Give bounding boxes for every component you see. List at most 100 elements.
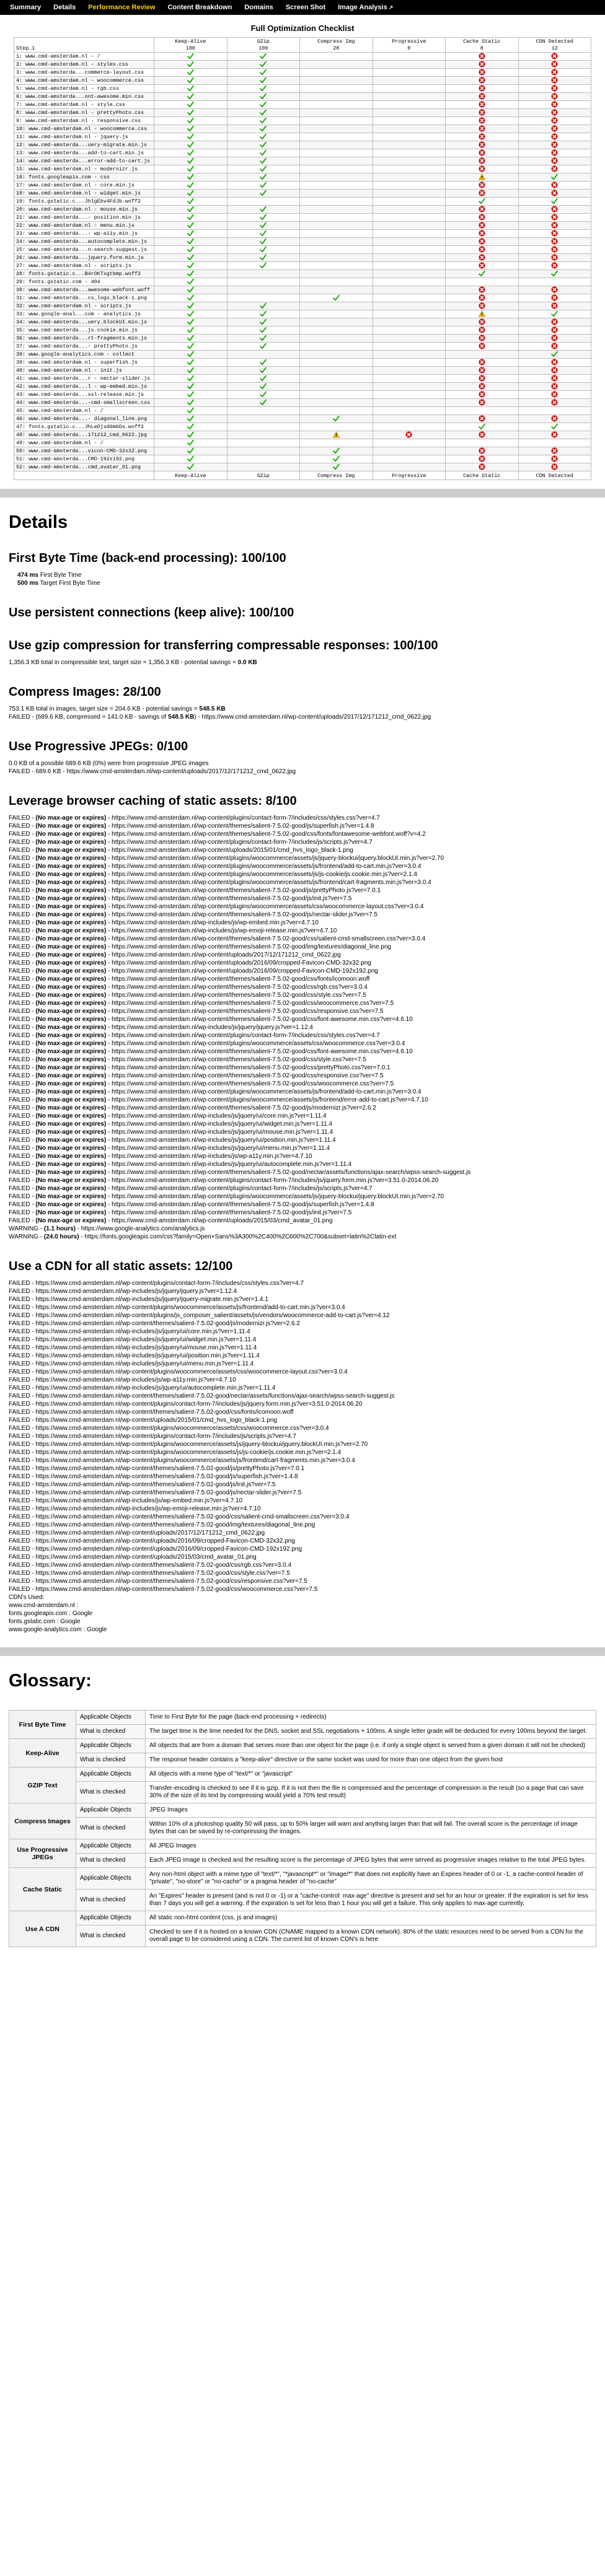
status-cell [445, 149, 519, 157]
nav-tab-image-analysis[interactable]: Image Analysis ↗ [332, 4, 399, 11]
what-is-checked-label: What is checked [76, 1925, 146, 1947]
status-cell [445, 455, 519, 463]
pass-check-icon [332, 455, 340, 463]
request-url: 23: www.cmd-amsterda...- wp-a11y.min.js [14, 229, 154, 238]
glossary-row: What is checked The response header conta… [9, 1753, 596, 1768]
status-cell [226, 447, 300, 455]
glossary-row: Use A CDN Applicable Objects All static no… [9, 1911, 596, 1947]
emphasis: (No max-age or expires) [35, 1177, 107, 1184]
status-cell [154, 342, 227, 351]
detail-line: FAILED - (No max-age or expires) - https… [9, 1217, 596, 1225]
detail-title: Use gzip compression for transferring co… [9, 639, 438, 652]
status-cell [372, 326, 446, 335]
pass-check-icon [260, 165, 267, 173]
status-cell [372, 60, 446, 69]
top-nav: Summary Details Performance Review Content … [0, 0, 605, 15]
table-row: 28: fonts.gstatic.c...B4rOKTxgtbmp.woff2 [14, 269, 591, 278]
status-cell [299, 141, 373, 149]
pass-check-icon [332, 463, 340, 471]
request-name: www.cmd-amsterdam.nl - init.js [29, 367, 122, 374]
text: FAILED - https://www.cmd-amsterdam.nl/wp… [9, 1409, 294, 1416]
pass-check-icon [187, 431, 194, 439]
text: - https://www.cmd-amsterdam.nl/wp-includ… [106, 919, 319, 926]
status-cell [226, 253, 300, 262]
nav-tab-screen-shot[interactable]: Screen Shot [280, 4, 332, 11]
text: - https://www.cmd-amsterdam.nl/wp-conten… [106, 1008, 384, 1015]
pass-check-icon [260, 230, 267, 237]
text: - https://www.cmd-amsterdam.nl/wp-conten… [106, 1185, 373, 1192]
detail-line: 753.1 KB total in images, target size = … [9, 705, 596, 713]
status-cell [154, 221, 227, 230]
pass-check-icon [187, 326, 194, 334]
what-is-checked-label: What is checked [76, 1853, 146, 1868]
warning-icon [478, 173, 485, 181]
pass-check-icon [260, 133, 267, 141]
status-cell [299, 382, 373, 391]
pass-check-icon [187, 238, 194, 245]
emphasis: (No max-age or expires) [35, 984, 107, 991]
detail-line: WARNING - (24.0 hours) - https://fonts.g… [9, 1233, 596, 1241]
status-cell [445, 294, 519, 302]
text: FAILED - https://www.cmd-amsterdam.nl/wp… [9, 1369, 348, 1375]
status-cell [445, 310, 519, 318]
detail-line: FAILED - (No max-age or expires) - https… [9, 1193, 596, 1201]
status-cell [372, 406, 446, 415]
fail-x-icon [551, 455, 558, 463]
text: - https://fonts.googleapis.com/css?famil… [79, 1233, 397, 1240]
request-name: www.cmd-amsterdam.nl - rgb.css [25, 85, 119, 92]
pass-check-icon [187, 463, 194, 471]
status-cell [154, 52, 227, 61]
detail-line: FAILED - (No max-age or expires) - https… [9, 927, 596, 935]
detail-line: FAILED - (No max-age or expires) - https… [9, 870, 596, 878]
status-cell [372, 92, 446, 101]
table-row: 8: www.cmd-amsterdam.nl - prettyPhoto.cs… [14, 108, 591, 117]
nav-tab-content-breakdown[interactable]: Content Breakdown [161, 4, 238, 11]
nav-tab-domains[interactable]: Domains [238, 4, 279, 11]
text: FAILED - [9, 911, 36, 918]
emphasis: (No max-age or expires) [35, 1161, 107, 1168]
status-cell [299, 366, 373, 375]
emphasis: (No max-age or expires) [35, 976, 107, 983]
status-cell [372, 398, 446, 407]
detail-line: FAILED - https://www.cmd-amsterdam.nl/wp… [9, 1465, 596, 1473]
detail-line: FAILED - (No max-age or expires) - https… [9, 1112, 596, 1120]
request-name: www.cmd-amsterda...n-search-suggest.js [29, 246, 148, 253]
status-cell [226, 318, 300, 326]
text: FAILED - https://www.cmd-amsterdam.nl/wp… [9, 1562, 292, 1569]
pass-check-icon [332, 415, 340, 423]
status-cell [226, 334, 300, 343]
pass-check-icon [187, 399, 194, 406]
pass-check-icon [260, 326, 267, 334]
detail-line: FAILED - (No max-age or expires) - https… [9, 862, 596, 870]
nav-tab-details[interactable]: Details [47, 4, 82, 11]
request-name: fonts.googleapis.com - css [29, 173, 110, 180]
warning-icon [332, 431, 340, 439]
text: FAILED - [9, 1024, 36, 1031]
detail-line: FAILED - (No max-age or expires) - https… [9, 959, 596, 967]
status-cell [226, 342, 300, 351]
status-cell [518, 358, 591, 367]
text: FAILED - https://www.cmd-amsterdam.nl/wp… [9, 1586, 318, 1593]
nav-tab-label: Domains [244, 4, 273, 11]
fail-x-icon [551, 238, 558, 245]
status-cell [518, 125, 591, 133]
status-cell [299, 350, 373, 359]
pass-check-icon [260, 399, 267, 406]
detail-line: FAILED - https://www.cmd-amsterdam.nl/wp… [9, 1368, 596, 1376]
what-is-checked-label: What is checked [76, 1724, 146, 1739]
status-cell [154, 76, 227, 85]
fail-x-icon [479, 125, 485, 133]
status-cell [518, 253, 591, 262]
text: - https://www.cmd-amsterdam.nl/wp-conten… [106, 968, 378, 975]
emphasis: (No max-age or expires) [35, 968, 107, 975]
glossary-term-use-a-cdn: Use A CDN [9, 1911, 76, 1947]
table-row: 40: www.cmd-amsterdam.nl - init.js [14, 366, 591, 375]
status-cell [372, 125, 446, 133]
nav-tab-performance-review[interactable]: Performance Review [82, 4, 161, 11]
detail-line: FAILED - (No max-age or expires) - https… [9, 1136, 596, 1144]
status-cell [299, 302, 373, 310]
emphasis: (No max-age or expires) [35, 911, 107, 918]
status-cell [518, 318, 591, 326]
request-url: 26: www.cmd-amsterda...jquery.form.min.j… [14, 253, 154, 262]
nav-tab-summary[interactable]: Summary [4, 4, 47, 11]
